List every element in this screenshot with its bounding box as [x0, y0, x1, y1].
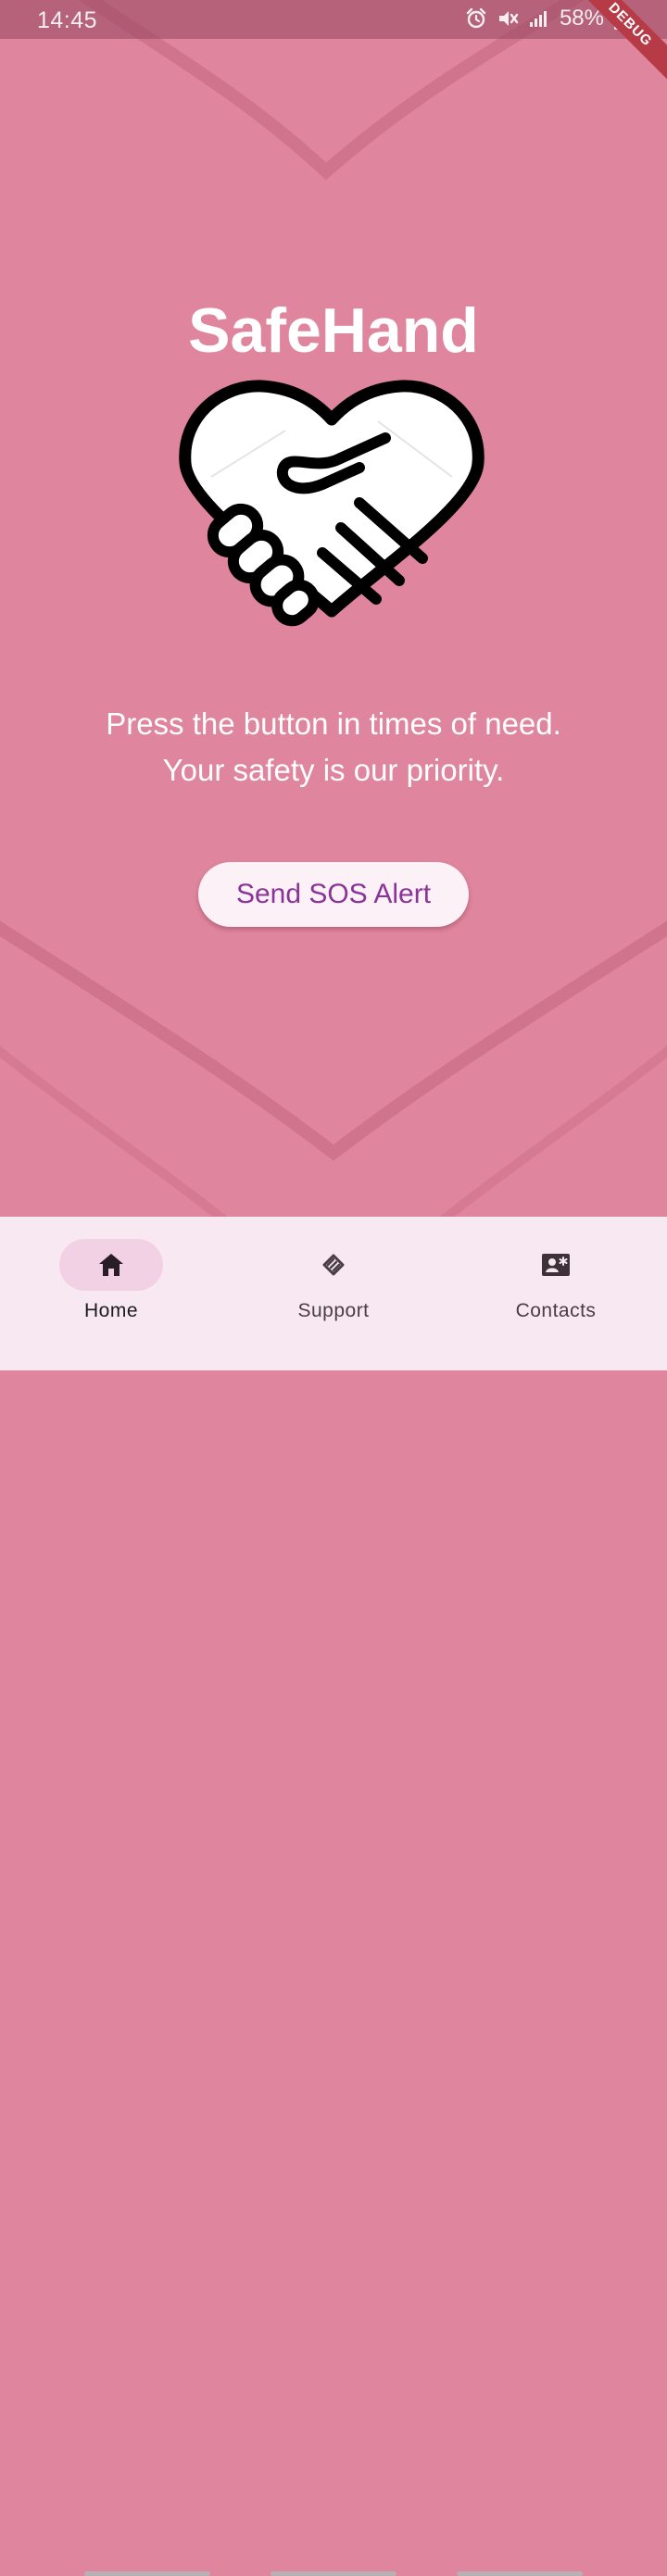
status-bar: 14:45 58%: [0, 0, 667, 39]
nav-item-contacts[interactable]: Contacts: [463, 1239, 648, 1341]
tagline-line-1: Press the button in times of need.: [106, 707, 561, 741]
nav-item-home[interactable]: Home: [19, 1239, 204, 1341]
alarm-icon: [466, 7, 486, 29]
signal-icon: [529, 11, 547, 27]
status-time: 14:45: [37, 7, 98, 33]
system-nav-bar-center[interactable]: [271, 2571, 396, 2576]
system-nav-bar-left[interactable]: [84, 2571, 210, 2576]
tagline: Press the button in times of need. Your …: [0, 701, 667, 794]
system-nav-bar-right[interactable]: [457, 2571, 583, 2576]
nav-label-support: Support: [297, 1300, 370, 1321]
heart-handshake-icon: [179, 380, 485, 627]
contact-card-icon: [542, 1254, 570, 1276]
bottom-navigation: Home Support Contacts: [0, 1217, 667, 2576]
nav-label-contacts: Contacts: [515, 1300, 597, 1321]
nav-label-home: Home: [83, 1300, 139, 1321]
send-sos-alert-button[interactable]: Send SOS Alert: [198, 862, 469, 927]
tagline-line-2: Your safety is our priority.: [162, 753, 505, 787]
mute-icon: [498, 11, 519, 26]
nav-item-support[interactable]: Support: [241, 1239, 426, 1341]
app-title: SafeHand: [188, 295, 479, 366]
handshake-icon: [322, 1254, 345, 1276]
home-icon: [99, 1254, 123, 1276]
